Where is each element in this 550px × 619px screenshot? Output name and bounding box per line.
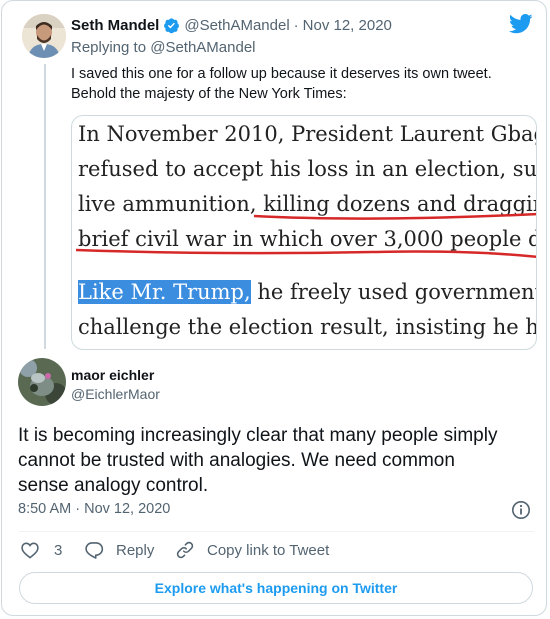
copy-link-label: Copy link to Tweet [207, 541, 330, 559]
info-icon[interactable] [511, 500, 531, 525]
quoted-tweet-text: I saved this one for a follow up because… [71, 64, 492, 104]
quoted-tweet-header: Seth Mandel @SethAMandel · Nov 12, 2020 [71, 17, 392, 34]
quoted-image[interactable]: In November 2010, President Laurent Gbag… [71, 115, 537, 350]
replying-prefix: Replying to [71, 39, 151, 56]
author-name[interactable]: maor eichler [71, 367, 160, 383]
replying-to: Replying to @SethAMandel [71, 39, 256, 56]
link-icon [175, 540, 195, 560]
main-tweet-header: maor eichler @EichlerMaor [71, 367, 160, 402]
highlighted-phrase: Like Mr. Trump, [78, 280, 251, 304]
author-handle[interactable]: @SethAMandel [184, 17, 289, 34]
main-text-line: It is becoming increasingly clear that m… [18, 425, 498, 446]
explore-label: Explore what's happening on Twitter [154, 580, 398, 596]
copy-link-button[interactable]: Copy link to Tweet [175, 540, 329, 560]
replying-handle[interactable]: @SethAMandel [150, 39, 255, 56]
reply-button[interactable]: Reply [84, 540, 154, 560]
image-text-line: Like Mr. Trump, he freely used governmen… [78, 280, 537, 304]
like-button[interactable]: 3 [20, 540, 62, 560]
thread-connector-line [44, 64, 46, 349]
twitter-bird-icon[interactable] [508, 14, 533, 39]
avatar[interactable] [18, 358, 66, 406]
reply-label: Reply [116, 541, 155, 559]
tweet-date[interactable]: Nov 12, 2020 [84, 501, 170, 517]
tweet-timestamp[interactable]: 8:50 AM · Nov 12, 2020 [18, 501, 170, 517]
main-tweet-text: It is becoming increasingly clear that m… [18, 423, 497, 498]
tweet-time[interactable]: 8:50 AM [18, 501, 71, 517]
main-text-line: cannot be trusted with analogies. We nee… [18, 450, 455, 471]
author-handle[interactable]: @EichlerMaor [71, 386, 160, 402]
main-text-line: sense analogy control. [18, 475, 209, 496]
separator-dot: · [293, 17, 299, 34]
tweet-embed-card: Seth Mandel @SethAMandel · Nov 12, 2020 … [1, 0, 547, 616]
author-name[interactable]: Seth Mandel [71, 17, 159, 34]
verified-badge-icon [163, 17, 180, 34]
divider [19, 531, 534, 532]
explore-twitter-button[interactable]: Explore what's happening on Twitter [19, 572, 533, 604]
image-text-line: challenge the election result, insisting… [78, 315, 537, 339]
heart-icon [20, 540, 40, 560]
like-count: 3 [54, 541, 63, 559]
image-text-segment: he freely used government [250, 280, 537, 304]
avatar[interactable] [22, 14, 66, 58]
quoted-text-line: I saved this one for a follow up because… [71, 66, 492, 82]
tweet-date[interactable]: Nov 12, 2020 [303, 17, 392, 34]
separator-dot: · [75, 501, 81, 517]
quoted-text-line: Behold the majesty of the New York Times… [71, 86, 347, 102]
reply-icon [84, 540, 104, 560]
